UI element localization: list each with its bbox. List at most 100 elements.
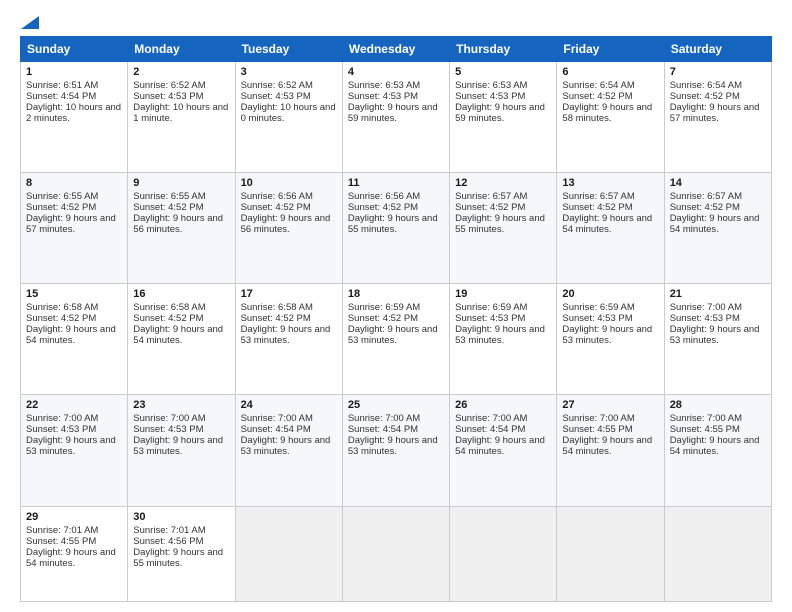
day-number: 17: [241, 288, 337, 300]
daylight: Daylight: 9 hours and 55 minutes.: [455, 213, 545, 235]
sunset: Sunset: 4:52 PM: [348, 313, 418, 324]
calendar-cell: 15Sunrise: 6:58 AMSunset: 4:52 PMDayligh…: [21, 284, 128, 395]
calendar-cell: 19Sunrise: 6:59 AMSunset: 4:53 PMDayligh…: [450, 284, 557, 395]
daylight: Daylight: 9 hours and 53 minutes.: [562, 324, 652, 346]
calendar-day-header: Sunday: [21, 37, 128, 62]
calendar-day-header: Tuesday: [235, 37, 342, 62]
sunset: Sunset: 4:53 PM: [670, 313, 740, 324]
sunrise: Sunrise: 7:01 AM: [133, 525, 205, 536]
calendar-cell: 24Sunrise: 7:00 AMSunset: 4:54 PMDayligh…: [235, 395, 342, 506]
day-number: 12: [455, 177, 551, 189]
daylight: Daylight: 9 hours and 53 minutes.: [26, 435, 116, 457]
sunrise: Sunrise: 6:53 AM: [455, 80, 527, 91]
day-number: 14: [670, 177, 766, 189]
sunset: Sunset: 4:52 PM: [562, 202, 632, 213]
sunrise: Sunrise: 6:55 AM: [133, 191, 205, 202]
sunset: Sunset: 4:52 PM: [241, 202, 311, 213]
day-number: 10: [241, 177, 337, 189]
daylight: Daylight: 9 hours and 57 minutes.: [26, 213, 116, 235]
day-number: 13: [562, 177, 658, 189]
calendar-cell: 29Sunrise: 7:01 AMSunset: 4:55 PMDayligh…: [21, 506, 128, 602]
sunrise: Sunrise: 6:57 AM: [455, 191, 527, 202]
calendar-cell: 18Sunrise: 6:59 AMSunset: 4:52 PMDayligh…: [342, 284, 449, 395]
daylight: Daylight: 9 hours and 59 minutes.: [455, 102, 545, 124]
daylight: Daylight: 9 hours and 57 minutes.: [670, 102, 760, 124]
sunrise: Sunrise: 6:59 AM: [562, 302, 634, 313]
sunset: Sunset: 4:52 PM: [562, 91, 632, 102]
sunrise: Sunrise: 6:57 AM: [670, 191, 742, 202]
sunset: Sunset: 4:55 PM: [670, 424, 740, 435]
day-number: 30: [133, 511, 229, 523]
sunrise: Sunrise: 7:00 AM: [133, 413, 205, 424]
sunset: Sunset: 4:53 PM: [241, 91, 311, 102]
calendar-cell: 28Sunrise: 7:00 AMSunset: 4:55 PMDayligh…: [664, 395, 771, 506]
day-number: 28: [670, 399, 766, 411]
day-number: 23: [133, 399, 229, 411]
daylight: Daylight: 9 hours and 59 minutes.: [348, 102, 438, 124]
calendar-cell: 14Sunrise: 6:57 AMSunset: 4:52 PMDayligh…: [664, 173, 771, 284]
daylight: Daylight: 9 hours and 54 minutes.: [562, 435, 652, 457]
day-number: 4: [348, 66, 444, 78]
sunset: Sunset: 4:53 PM: [562, 313, 632, 324]
day-number: 16: [133, 288, 229, 300]
calendar-cell: [342, 506, 449, 602]
daylight: Daylight: 9 hours and 54 minutes.: [670, 213, 760, 235]
day-number: 15: [26, 288, 122, 300]
calendar-cell: [235, 506, 342, 602]
logo-icon: [21, 16, 39, 29]
daylight: Daylight: 9 hours and 54 minutes.: [26, 547, 116, 569]
calendar-cell: 25Sunrise: 7:00 AMSunset: 4:54 PMDayligh…: [342, 395, 449, 506]
calendar-cell: 5Sunrise: 6:53 AMSunset: 4:53 PMDaylight…: [450, 62, 557, 173]
sunrise: Sunrise: 7:01 AM: [26, 525, 98, 536]
calendar-cell: 12 Sunrise: 6:57 AMSunset: 4:52 PMDayligh…: [450, 173, 557, 284]
sunrise: Sunrise: 7:00 AM: [241, 413, 313, 424]
calendar-table: SundayMondayTuesdayWednesdayThursdayFrid…: [20, 36, 772, 602]
sunrise: Sunrise: 7:00 AM: [670, 302, 742, 313]
sunset: Sunset: 4:56 PM: [133, 536, 203, 547]
calendar-cell: 22Sunrise: 7:00 AMSunset: 4:53 PMDayligh…: [21, 395, 128, 506]
sunset: Sunset: 4:52 PM: [133, 202, 203, 213]
calendar-cell: 27Sunrise: 7:00 AMSunset: 4:55 PMDayligh…: [557, 395, 664, 506]
calendar-cell: [557, 506, 664, 602]
calendar-cell: 26Sunrise: 7:00 AMSunset: 4:54 PMDayligh…: [450, 395, 557, 506]
calendar-day-header: Friday: [557, 37, 664, 62]
calendar-cell: 17Sunrise: 6:58 AMSunset: 4:52 PMDayligh…: [235, 284, 342, 395]
sunset: Sunset: 4:53 PM: [133, 424, 203, 435]
calendar-day-header: Thursday: [450, 37, 557, 62]
sunset: Sunset: 4:53 PM: [26, 424, 96, 435]
day-number: 1: [26, 66, 122, 78]
calendar-day-header: Saturday: [664, 37, 771, 62]
sunrise: Sunrise: 7:00 AM: [348, 413, 420, 424]
calendar-cell: [450, 506, 557, 602]
calendar-cell: 8Sunrise: 6:55 AMSunset: 4:52 PMDaylight…: [21, 173, 128, 284]
sunset: Sunset: 4:54 PM: [455, 424, 525, 435]
daylight: Daylight: 9 hours and 58 minutes.: [562, 102, 652, 124]
day-number: 20: [562, 288, 658, 300]
logo: [20, 16, 40, 26]
daylight: Daylight: 9 hours and 54 minutes.: [562, 213, 652, 235]
calendar-day-header: Wednesday: [342, 37, 449, 62]
sunrise: Sunrise: 6:54 AM: [670, 80, 742, 91]
calendar-cell: 9 Sunrise: 6:55 AMSunset: 4:52 PMDaylight…: [128, 173, 235, 284]
day-number: 8: [26, 177, 122, 189]
day-number: 9: [133, 177, 229, 189]
daylight: Daylight: 9 hours and 53 minutes.: [455, 324, 545, 346]
daylight: Daylight: 9 hours and 56 minutes.: [133, 213, 223, 235]
calendar-cell: 10Sunrise: 6:56 AMSunset: 4:52 PMDayligh…: [235, 173, 342, 284]
calendar-cell: 6Sunrise: 6:54 AMSunset: 4:52 PMDaylight…: [557, 62, 664, 173]
header: [20, 16, 772, 26]
day-number: 21: [670, 288, 766, 300]
sunset: Sunset: 4:52 PM: [133, 313, 203, 324]
daylight: Daylight: 9 hours and 53 minutes.: [670, 324, 760, 346]
sunrise: Sunrise: 6:55 AM: [26, 191, 98, 202]
calendar-cell: 20 Sunrise: 6:59 AMSunset: 4:53 PMDayligh…: [557, 284, 664, 395]
daylight: Daylight: 9 hours and 54 minutes.: [26, 324, 116, 346]
sunset: Sunset: 4:55 PM: [562, 424, 632, 435]
sunset: Sunset: 4:52 PM: [455, 202, 525, 213]
sunset: Sunset: 4:55 PM: [26, 536, 96, 547]
page: SundayMondayTuesdayWednesdayThursdayFrid…: [0, 0, 792, 612]
day-number: 25: [348, 399, 444, 411]
day-number: 22: [26, 399, 122, 411]
day-number: 5: [455, 66, 551, 78]
sunrise: Sunrise: 6:58 AM: [133, 302, 205, 313]
